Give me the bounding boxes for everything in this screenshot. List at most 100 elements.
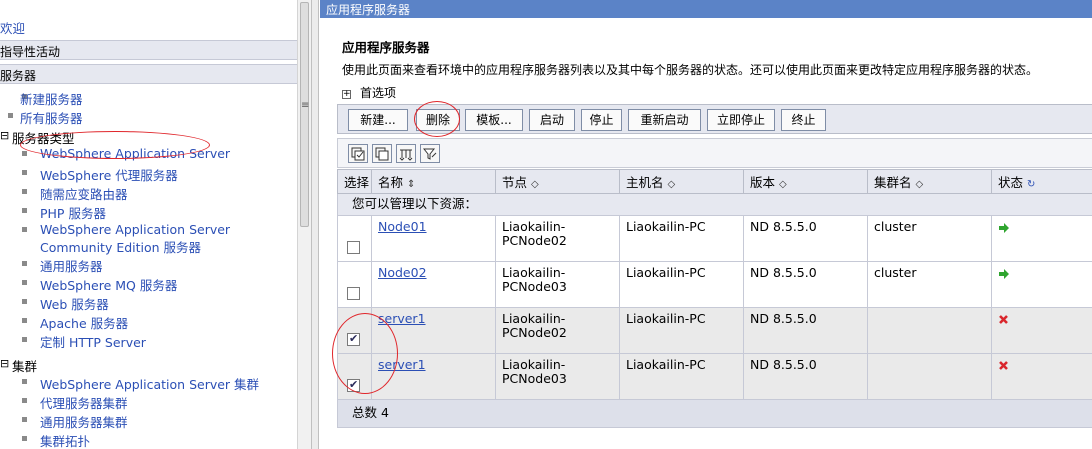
node-cell-line2: PCNode03 (502, 371, 567, 386)
refresh-status-icon[interactable]: ↻ (1027, 179, 1035, 190)
nav-guided-label: 指导性活动 (0, 45, 61, 59)
nav-welcome-link[interactable]: 欢迎 (0, 18, 25, 37)
node-cell-line1: Liaokailin- (502, 219, 566, 234)
node-cell-line2: PCNode03 (502, 279, 567, 294)
bullet-icon (22, 227, 27, 232)
window-title: 应用程序服务器 (326, 3, 411, 17)
row-checkbox[interactable] (347, 287, 360, 300)
nav-section-servers[interactable]: 服务器 (0, 64, 297, 84)
filter-edit-icon[interactable] (420, 144, 440, 163)
preferences-label: 首选项 (360, 86, 397, 100)
bullet-icon (22, 379, 27, 384)
bullet-icon (22, 299, 27, 304)
column-header-name[interactable]: 名称 ⇕ (371, 169, 496, 194)
nav-all-servers-link[interactable]: 所有服务器 (20, 108, 83, 127)
sort-icon[interactable]: ◇ (916, 179, 924, 190)
cluster-cell: cluster (867, 261, 992, 308)
version-cell: ND 8.5.5.0 (743, 215, 868, 262)
column-header-version[interactable]: 版本 ◇ (743, 169, 868, 194)
nav-type-php-link[interactable]: PHP 服务器 (40, 203, 106, 222)
stop-button[interactable]: 停止 (581, 109, 622, 131)
annotation-circle (414, 101, 460, 137)
nav-cluster-topology-link[interactable]: 集群拓扑 (40, 431, 90, 449)
terminate-button[interactable]: 终止 (781, 109, 826, 131)
immediate-stop-button[interactable]: 立即停止 (707, 109, 775, 131)
column-header-cluster[interactable]: 集群名 ◇ (867, 169, 992, 194)
nav-cluster-proxy-link[interactable]: 代理服务器集群 (40, 393, 128, 412)
nav-type-web-link[interactable]: Web 服务器 (40, 294, 109, 313)
nav-cluster-generic-link[interactable]: 通用服务器集群 (40, 412, 128, 431)
nav-type-odr-link[interactable]: 随需应变路由器 (40, 184, 128, 203)
nav-section-guided[interactable]: 指导性活动 (0, 40, 297, 60)
cluster-cell (867, 353, 992, 400)
bullet-icon (22, 318, 27, 323)
table-header-row: 选择 名称 ⇕ 节点 ◇ 主机名 ◇ 版本 ◇ 集群名 ◇ 状态 ↻ (337, 169, 1092, 194)
new-button[interactable]: 新建... (348, 109, 408, 131)
expand-plus-icon[interactable]: + (342, 90, 351, 99)
table-row: Node01 Liaokailin- PCNode02 Liaokailin-PC… (337, 215, 1092, 262)
nav-clusters-label[interactable]: 集群 (12, 356, 37, 375)
node-cell-line2: PCNode02 (502, 233, 567, 248)
column-header-host[interactable]: 主机名 ◇ (619, 169, 744, 194)
sort-icon[interactable]: ⇕ (407, 179, 415, 190)
info-row: 您可以管理以下资源： (337, 193, 1092, 216)
nav-type-wasce-link[interactable]: WebSphere Application Server (40, 222, 230, 237)
nav-type-mq-link[interactable]: WebSphere MQ 服务器 (40, 275, 177, 294)
node-cell-line2: PCNode02 (502, 325, 567, 340)
server-name-link[interactable]: Node01 (378, 219, 427, 234)
bullet-icon (22, 337, 27, 342)
bullet-icon (22, 280, 27, 285)
sort-icon[interactable]: ◇ (779, 179, 787, 190)
restart-button[interactable]: 重新启动 (628, 109, 701, 131)
collapse-icon[interactable]: ⊟ (0, 357, 10, 371)
main-content: 应用程序服务器 应用程序服务器 使用此页面来查看环境中的应用程序服务器列表以及其… (320, 0, 1092, 449)
filter-icon[interactable] (396, 144, 416, 163)
sort-icon[interactable]: ◇ (668, 179, 676, 190)
annotation-circle (20, 131, 210, 159)
page-description: 使用此页面来查看环境中的应用程序服务器列表以及其中每个服务器的状态。还可以使用此… (342, 63, 1039, 77)
deselect-all-icon[interactable] (372, 144, 392, 163)
table-row: server1 Liaokailin-PCNode03 Liaokailin-P… (337, 353, 1092, 400)
total-count: 总数 4 (337, 399, 1092, 428)
bullet-icon (8, 113, 13, 118)
nav-type-generic-link[interactable]: 通用服务器 (40, 256, 103, 275)
template-button[interactable]: 模板... (465, 109, 523, 131)
frame-divider[interactable]: ≡ (301, 0, 319, 449)
host-cell: Liaokailin-PC (619, 353, 744, 400)
column-header-node[interactable]: 节点 ◇ (495, 169, 620, 194)
nav-cluster-was-link[interactable]: WebSphere Application Server 集群 (40, 374, 259, 393)
nav-type-proxy-link[interactable]: WebSphere 代理服务器 (40, 165, 178, 184)
bullet-icon (22, 170, 27, 175)
host-cell: Liaokailin-PC (619, 261, 744, 308)
servers-table: 选择 名称 ⇕ 节点 ◇ 主机名 ◇ 版本 ◇ 集群名 ◇ 状态 ↻ 您可以管理以下资源： … (337, 169, 1092, 428)
cluster-cell: cluster (867, 215, 992, 262)
node-cell-line1: Liaokailin- (502, 265, 566, 280)
divider-grip-icon: ≡ (301, 100, 310, 111)
nav-type-wasce-link-line2[interactable]: Community Edition 服务器 (40, 237, 201, 256)
host-cell: Liaokailin-PC (619, 307, 744, 354)
nav-type-custom-http-link[interactable]: 定制 HTTP Server (40, 332, 146, 351)
nav-new-server-link[interactable]: 新建服务器 (20, 89, 83, 108)
node-cell-line1: Liaokailin- (502, 357, 566, 372)
preferences-toggle[interactable]: + 首选项 (342, 84, 396, 101)
version-cell: ND 8.5.5.0 (743, 353, 868, 400)
host-cell: Liaokailin-PC (619, 215, 744, 262)
bullet-icon (22, 417, 27, 422)
collapse-icon[interactable]: ⊟ (0, 129, 10, 143)
version-cell: ND 8.5.5.0 (743, 261, 868, 308)
server-name-link[interactable]: Node02 (378, 265, 427, 280)
nav-scrollbar[interactable] (297, 0, 311, 449)
node-cell-line1: Liaokailin- (502, 311, 566, 326)
nav-type-apache-link[interactable]: Apache 服务器 (40, 313, 128, 332)
stopped-status-icon (999, 315, 1008, 324)
column-header-status[interactable]: 状态 ↻ (991, 169, 1092, 194)
scrollbar-thumb[interactable] (300, 2, 309, 227)
cluster-cell (867, 307, 992, 354)
bullet-icon (22, 189, 27, 194)
select-all-icon[interactable] (348, 144, 368, 163)
sort-icon[interactable]: ◇ (531, 179, 539, 190)
running-status-icon (999, 223, 1009, 233)
start-button[interactable]: 启动 (529, 109, 575, 131)
table-footer-row: 总数 4 (337, 399, 1092, 428)
row-checkbox[interactable] (347, 241, 360, 254)
